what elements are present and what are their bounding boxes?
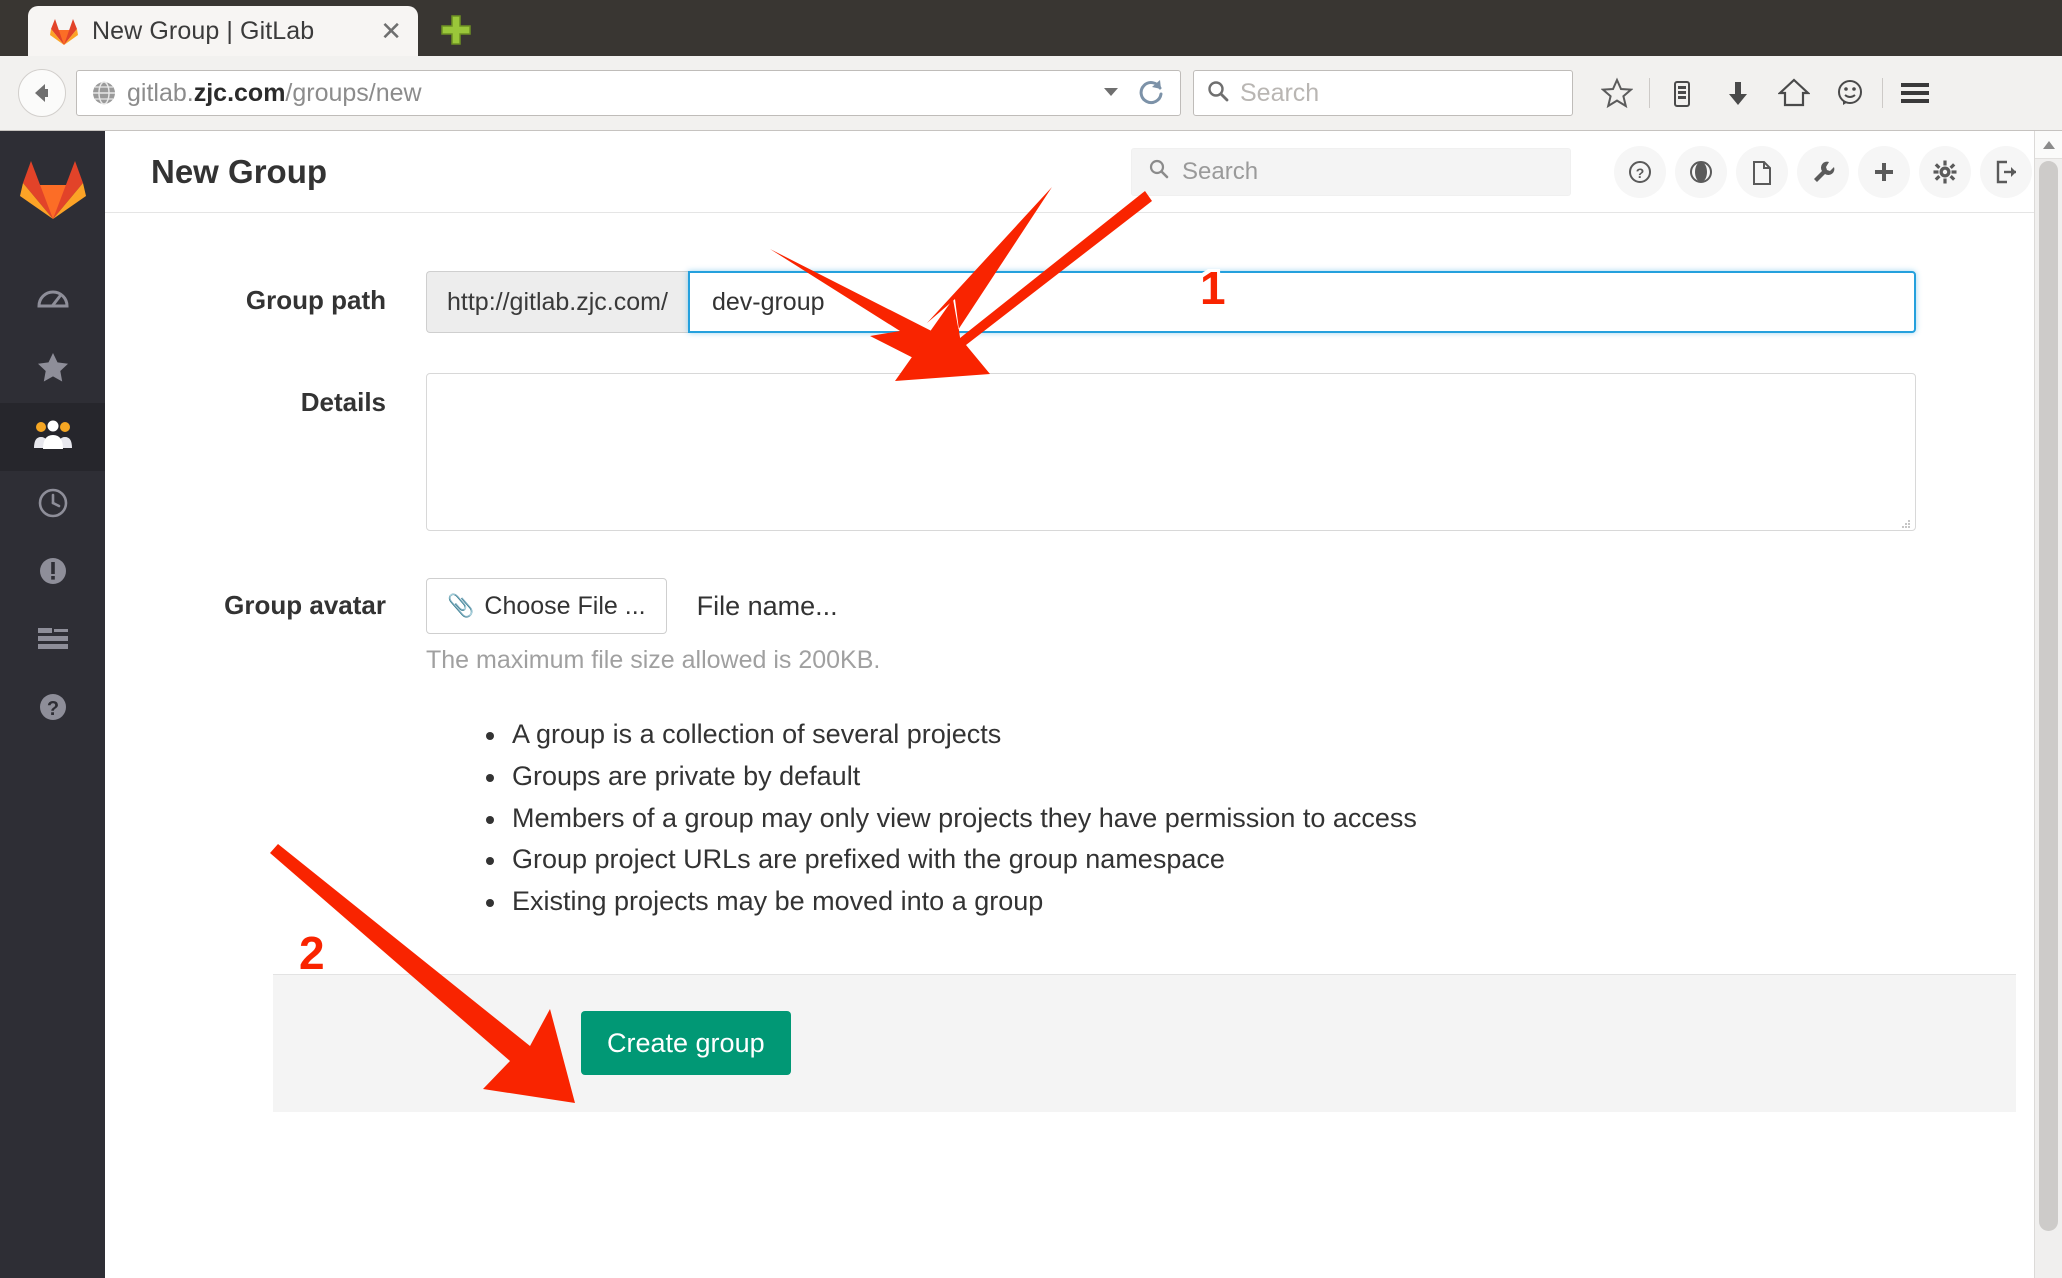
list-item: Groups are private by default — [484, 761, 1916, 792]
new-plus-icon[interactable] — [1858, 145, 1910, 198]
form-actions-bar: Create group — [273, 973, 2016, 1112]
group-path-input-group: http://gitlab.zjc.com/ dev-group — [426, 271, 1916, 333]
sidebar: ? — [0, 131, 105, 1278]
group-path-input[interactable]: dev-group — [687, 271, 1916, 333]
globe-icon — [91, 80, 117, 106]
toolbar-divider — [1649, 78, 1650, 108]
list-item: Members of a group may only view project… — [484, 803, 1916, 834]
details-row: Details — [105, 373, 2062, 536]
list-lines-icon — [36, 626, 70, 657]
scrollbar-thumb[interactable] — [2039, 161, 2058, 1231]
url-path: /groups/new — [285, 78, 422, 107]
sidebar-item-starred[interactable] — [0, 335, 105, 403]
list-item: Existing projects may be moved into a gr… — [484, 886, 1916, 917]
close-icon[interactable]: ✕ — [380, 18, 402, 44]
public-globe-icon[interactable] — [1675, 145, 1727, 198]
speedometer-icon — [36, 282, 70, 321]
url-prefix: gitlab. — [127, 78, 194, 107]
browser-search-input[interactable]: Search — [1193, 70, 1573, 116]
toolbar-divider-2 — [1882, 78, 1883, 108]
browser-tab-title: New Group | GitLab — [92, 16, 315, 45]
group-path-label: Group path — [245, 285, 386, 315]
details-label: Details — [300, 387, 386, 417]
library-icon[interactable] — [1654, 68, 1710, 118]
feedback-smiley-icon[interactable] — [1822, 68, 1878, 118]
scroll-up-icon[interactable] — [2035, 131, 2062, 159]
list-item: A group is a collection of several proje… — [484, 719, 1916, 750]
browser-search-placeholder: Search — [1240, 78, 1320, 107]
choose-file-row: 📎 Choose File ... File name... — [426, 578, 1916, 634]
avatar-hint: The maximum file size allowed is 200KB. — [426, 646, 881, 674]
page-title: New Group — [151, 152, 328, 190]
sign-out-icon[interactable] — [1980, 145, 2032, 198]
bullets-field: A group is a collection of several proje… — [426, 719, 1916, 928]
clock-icon — [37, 487, 69, 524]
bookmark-star-icon[interactable] — [1589, 68, 1645, 118]
create-group-button[interactable]: Create group — [581, 1011, 791, 1076]
app-search-input[interactable]: Search — [1131, 147, 1571, 196]
gitlab-fox-icon — [50, 18, 78, 46]
browser-window: New Group | GitLab ✕ gitlab.zjc.com/grou… — [0, 0, 2062, 1278]
question-circle-icon: ? — [37, 691, 69, 728]
gitlab-logo-icon[interactable] — [0, 131, 105, 249]
details-field — [426, 373, 1916, 536]
choose-file-button[interactable]: 📎 Choose File ... — [426, 578, 667, 634]
sidebar-item-help[interactable]: ? — [0, 675, 105, 743]
back-button-icon[interactable] — [18, 69, 66, 117]
svg-text:?: ? — [1636, 165, 1645, 181]
group-path-field: http://gitlab.zjc.com/ dev-group — [426, 271, 1916, 333]
help-icon[interactable]: ? — [1614, 145, 1666, 198]
app-header: New Group Search ? — [105, 131, 2062, 213]
gitlab-app: ? New Group Search ? Group path http://g… — [0, 131, 2062, 1278]
group-avatar-field: 📎 Choose File ... File name... The maxim… — [426, 578, 1916, 675]
group-path-prefix: http://gitlab.zjc.com/ — [426, 271, 688, 333]
details-textarea[interactable] — [426, 373, 1916, 531]
group-avatar-label: Group avatar — [224, 590, 386, 620]
browser-tab[interactable]: New Group | GitLab ✕ — [28, 6, 418, 56]
file-name-text: File name... — [696, 590, 838, 621]
sidebar-item-groups[interactable] — [0, 403, 105, 471]
star-icon — [36, 350, 70, 389]
new-group-form: Group path http://gitlab.zjc.com/ dev-gr… — [105, 271, 2062, 1112]
hamburger-menu-icon[interactable] — [1887, 68, 1943, 118]
paperclip-icon: 📎 — [447, 593, 475, 618]
admin-wrench-icon[interactable] — [1797, 145, 1849, 198]
sidebar-item-dashboard[interactable] — [0, 267, 105, 335]
sidebar-item-milestones[interactable] — [0, 607, 105, 675]
reload-icon[interactable] — [1136, 76, 1166, 111]
downloads-icon[interactable] — [1710, 68, 1766, 118]
sidebar-item-issues[interactable] — [0, 539, 105, 607]
search-icon — [1206, 79, 1230, 108]
sidebar-item-activity[interactable] — [0, 471, 105, 539]
chevron-down-icon[interactable] — [1100, 80, 1122, 107]
bullets-row: A group is a collection of several proje… — [105, 719, 2062, 928]
app-search-placeholder: Search — [1182, 157, 1259, 185]
home-icon[interactable] — [1766, 68, 1822, 118]
list-item: Group project URLs are prefixed with the… — [484, 844, 1916, 875]
exclamation-circle-icon — [37, 555, 69, 592]
browser-tab-bar: New Group | GitLab ✕ — [0, 0, 2062, 56]
url-bar[interactable]: gitlab.zjc.com/groups/new — [76, 70, 1181, 116]
choose-file-label: Choose File ... — [484, 591, 646, 620]
group-users-icon — [33, 420, 72, 455]
new-tab-button[interactable] — [434, 8, 478, 52]
group-path-row: Group path http://gitlab.zjc.com/ dev-gr… — [105, 271, 2062, 333]
settings-gear-icon[interactable] — [1919, 145, 1971, 198]
avatar-row: Group avatar 📎 Choose File ... File name… — [105, 578, 2062, 675]
group-info-list: A group is a collection of several proje… — [484, 719, 1916, 917]
url-text: gitlab.zjc.com/groups/new — [127, 79, 1094, 108]
svg-text:?: ? — [46, 698, 58, 720]
browser-toolbar-icons — [1589, 68, 1943, 118]
page-scrollbar[interactable] — [2034, 131, 2062, 1278]
main-content: New Group Search ? Group path http://git… — [105, 131, 2062, 1278]
snippets-icon[interactable] — [1736, 145, 1788, 198]
url-domain: zjc.com — [193, 78, 286, 107]
browser-nav-bar: gitlab.zjc.com/groups/new Search — [0, 56, 2062, 131]
search-icon — [1148, 158, 1170, 185]
app-header-right: Search ? — [1131, 145, 2032, 198]
